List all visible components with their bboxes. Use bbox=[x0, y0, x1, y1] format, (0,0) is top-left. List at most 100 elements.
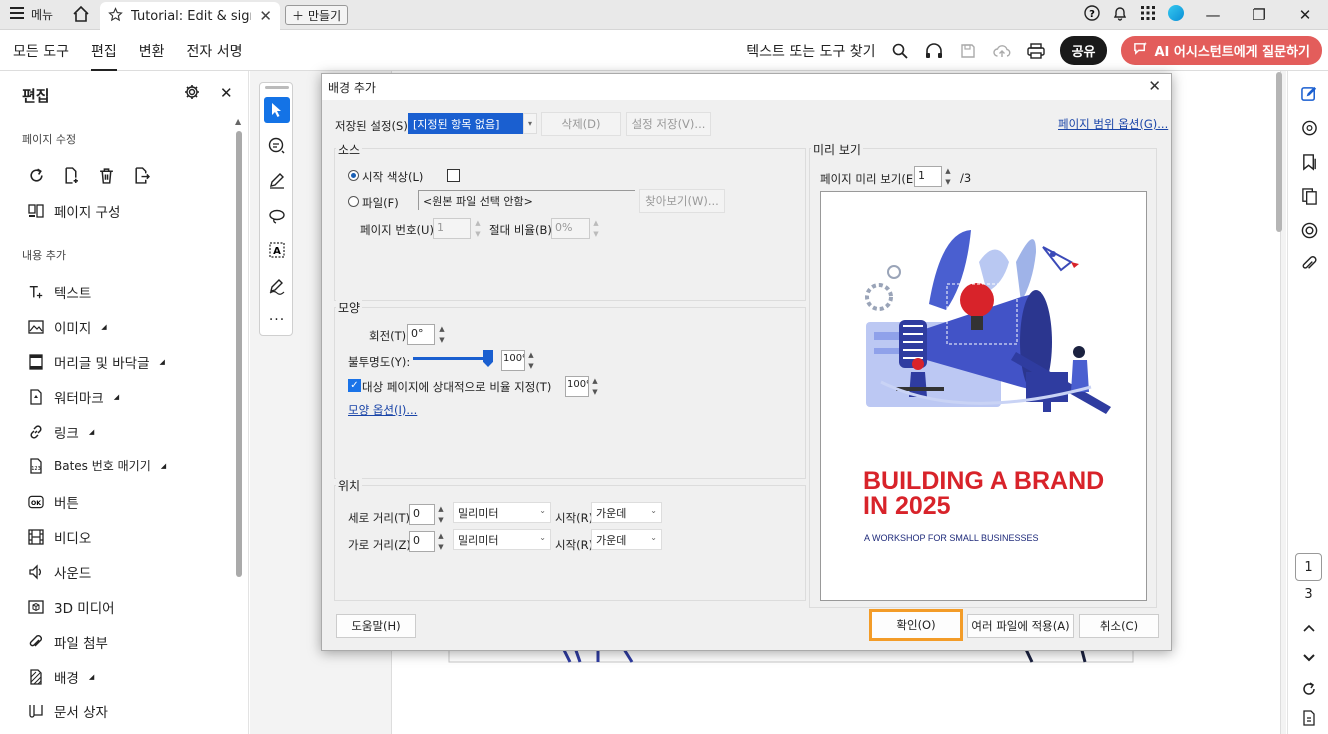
save-settings-button[interactable]: 설정 저장(V)... bbox=[626, 112, 711, 136]
video-item[interactable]: 비디오 bbox=[28, 527, 91, 547]
horizontal-from-select[interactable]: 가운데 ⌄ bbox=[591, 529, 662, 550]
extract-page-icon[interactable] bbox=[133, 167, 150, 188]
document-tab[interactable]: Tutorial: Edit & sign ... ✕ bbox=[100, 2, 280, 30]
preview-page-spinner[interactable]: ▲ ▼ bbox=[942, 166, 954, 187]
ai-assistant-button[interactable]: AI 어시스턴트에게 질문하기 bbox=[1121, 36, 1322, 65]
close-panel-icon[interactable]: ✕ bbox=[220, 84, 233, 102]
attachment-rail-icon[interactable] bbox=[1300, 255, 1318, 273]
page-number-spinner[interactable]: ▲ ▼ bbox=[472, 218, 484, 239]
rotation-input[interactable]: 0° bbox=[407, 324, 435, 345]
upload-cloud-icon[interactable] bbox=[992, 41, 1012, 61]
save-icon[interactable] bbox=[958, 41, 978, 61]
preview-page-input[interactable]: 1 bbox=[914, 166, 942, 187]
close-tab-icon[interactable]: ✕ bbox=[259, 7, 272, 25]
headphones-icon[interactable] bbox=[924, 41, 944, 61]
browse-button[interactable]: 찾아보기(W)... bbox=[639, 189, 725, 213]
panel-scrollbar[interactable] bbox=[236, 131, 242, 577]
apply-multiple-files-button[interactable]: 여러 파일에 적용(A) bbox=[967, 614, 1074, 638]
tab-all-tools[interactable]: 모든 도구 bbox=[13, 41, 69, 61]
delete-button[interactable]: 삭제(D) bbox=[541, 112, 621, 136]
absolute-scale-spinner[interactable]: ▲ ▼ bbox=[590, 218, 602, 239]
dialog-close-icon[interactable]: ✕ bbox=[1148, 77, 1161, 95]
more-tools-icon[interactable]: ··· bbox=[264, 307, 290, 333]
target-rail-icon[interactable] bbox=[1300, 221, 1318, 239]
attach-file-item[interactable]: 파일 첨부 bbox=[28, 632, 108, 652]
appearance-options-link[interactable]: 모양 옵션(I)... bbox=[348, 402, 417, 418]
bell-icon[interactable] bbox=[1106, 5, 1134, 25]
page-up-icon[interactable] bbox=[1300, 619, 1318, 637]
opacity-slider-track[interactable] bbox=[413, 357, 493, 360]
tab-convert[interactable]: 변환 bbox=[139, 41, 165, 61]
horizontal-distance-spinner[interactable]: ▲ ▼ bbox=[435, 531, 447, 552]
restore-icon[interactable]: ❐ bbox=[1236, 6, 1282, 24]
rotate-icon[interactable] bbox=[28, 167, 45, 188]
share-button[interactable]: 공유 bbox=[1059, 36, 1108, 65]
comment-tool-icon[interactable] bbox=[264, 133, 290, 159]
print-icon[interactable] bbox=[1026, 41, 1046, 61]
saved-settings-dropdown-icon[interactable]: ▾ bbox=[523, 113, 537, 134]
tab-edit[interactable]: 편집 bbox=[90, 41, 117, 71]
star-icon[interactable] bbox=[108, 6, 123, 26]
background-item[interactable]: 배경 ◢ bbox=[28, 667, 94, 687]
saved-settings-select[interactable]: [지정된 항목 없음] bbox=[408, 113, 537, 134]
cancel-button[interactable]: 취소(C) bbox=[1079, 614, 1159, 638]
file-radio[interactable] bbox=[348, 196, 359, 207]
organize-pages-item[interactable]: 페이지 구성 bbox=[28, 201, 120, 221]
horizontal-distance-input[interactable]: 0 bbox=[409, 531, 435, 552]
text-box-tool-icon[interactable]: A bbox=[264, 237, 290, 263]
avatar[interactable] bbox=[1162, 4, 1190, 26]
select-tool-icon[interactable] bbox=[264, 97, 290, 123]
page-number-input[interactable]: 1 bbox=[433, 218, 471, 239]
vertical-distance-spinner[interactable]: ▲ ▼ bbox=[435, 504, 447, 525]
color-swatch[interactable] bbox=[447, 169, 460, 182]
pages-rail-icon[interactable] bbox=[1300, 187, 1318, 205]
edit-pdf-rail-icon[interactable] bbox=[1300, 84, 1318, 102]
page-range-options-link[interactable]: 페이지 범위 옵션(G)... bbox=[1058, 116, 1168, 132]
delete-icon[interactable] bbox=[98, 167, 115, 188]
bookmark-rail-icon[interactable] bbox=[1300, 153, 1318, 171]
add-text-item[interactable]: 텍스트 bbox=[28, 282, 91, 302]
comment-rail-icon[interactable] bbox=[1300, 119, 1318, 137]
sound-item[interactable]: 사운드 bbox=[28, 562, 91, 582]
relative-scale-checkbox[interactable]: ✓ bbox=[348, 379, 361, 392]
close-window-icon[interactable]: ✕ bbox=[1282, 6, 1328, 24]
draw-pen-tool-icon[interactable] bbox=[264, 167, 290, 193]
help-button[interactable]: 도움말(H) bbox=[336, 614, 416, 638]
button-item[interactable]: OK 버튼 bbox=[28, 492, 79, 512]
lasso-tool-icon[interactable] bbox=[264, 203, 290, 229]
vertical-from-select[interactable]: 가운데 ⌄ bbox=[591, 502, 662, 523]
from-color-radio[interactable] bbox=[348, 170, 359, 181]
absolute-scale-input[interactable]: 0% bbox=[551, 218, 590, 239]
home-icon[interactable] bbox=[72, 5, 90, 27]
refresh-icon[interactable] bbox=[1300, 680, 1318, 698]
help-icon[interactable]: ? bbox=[1078, 5, 1106, 25]
page-info-icon[interactable] bbox=[1300, 709, 1318, 727]
opacity-input[interactable]: 100% bbox=[501, 350, 525, 371]
page-down-icon[interactable] bbox=[1300, 649, 1318, 667]
rotation-spinner[interactable]: ▲ ▼ bbox=[436, 324, 448, 345]
vertical-distance-input[interactable]: 0 bbox=[409, 504, 435, 525]
tool-search-label[interactable]: 텍스트 또는 도구 찾기 bbox=[746, 41, 875, 61]
3d-media-item[interactable]: 3D 미디어 bbox=[28, 597, 115, 617]
insert-page-icon[interactable] bbox=[63, 167, 80, 188]
current-page-input[interactable]: 1 bbox=[1295, 553, 1322, 581]
tab-e-sign[interactable]: 전자 서명 bbox=[187, 41, 243, 61]
vertical-unit-select[interactable]: 밀리미터 ⌄ bbox=[453, 502, 551, 523]
bates-numbering-item[interactable]: 123 Bates 번호 매기기 ◢ bbox=[28, 457, 166, 474]
scroll-up-icon[interactable]: ▲ bbox=[235, 117, 241, 126]
ok-button[interactable]: 확인(O) bbox=[869, 609, 963, 641]
document-scrollbar[interactable] bbox=[1276, 72, 1282, 232]
menu-button[interactable]: 메뉴 bbox=[10, 6, 53, 23]
search-icon[interactable] bbox=[890, 41, 910, 61]
relative-scale-input[interactable]: 100% bbox=[565, 376, 589, 397]
opacity-spinner[interactable]: ▲ ▼ bbox=[525, 350, 537, 371]
apps-grid-icon[interactable] bbox=[1134, 6, 1162, 24]
document-box-item[interactable]: 문서 상자 bbox=[28, 701, 108, 721]
sign-tool-icon[interactable] bbox=[264, 273, 290, 299]
horizontal-unit-select[interactable]: 밀리미터 ⌄ bbox=[453, 529, 551, 550]
link-item[interactable]: 링크 ◢ bbox=[28, 422, 94, 442]
header-footer-item[interactable]: 머리글 및 바닥글 ◢ bbox=[28, 352, 165, 372]
new-tab-button[interactable]: ＋ 만들기 bbox=[285, 5, 349, 25]
watermark-item[interactable]: 워터마크 ◢ bbox=[28, 387, 119, 407]
gear-icon[interactable] bbox=[184, 84, 200, 104]
